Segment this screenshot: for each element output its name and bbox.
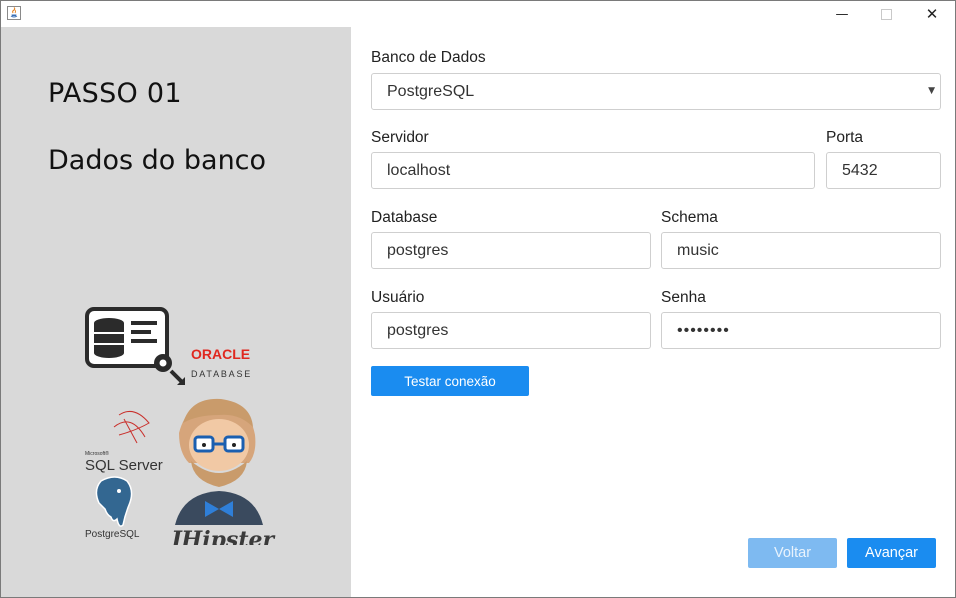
password-label: Senha: [661, 289, 706, 306]
java-app-icon: [7, 6, 21, 20]
sqlserver-logo: Microsoft® SQL Server: [85, 410, 163, 474]
jhipster-text: JHipster: [167, 527, 275, 545]
password-value: ••••••••: [677, 321, 730, 339]
database-input[interactable]: postgres: [371, 232, 651, 269]
oracle-database-text: DATABASE: [191, 369, 252, 379]
database-label: Database: [371, 209, 438, 226]
port-input[interactable]: 5432: [826, 152, 941, 189]
postgresql-text: PostgreSQL: [85, 529, 140, 540]
oracle-logo-text: ORACLE: [191, 346, 250, 362]
user-input[interactable]: postgres: [371, 312, 651, 349]
server-input[interactable]: localhost: [371, 152, 815, 189]
maximize-button[interactable]: [863, 1, 909, 27]
port-value: 5432: [842, 161, 878, 179]
database-type-value: PostgreSQL: [387, 82, 475, 100]
database-type-select[interactable]: PostgreSQL ▼: [371, 73, 941, 110]
back-button[interactable]: Voltar: [748, 538, 837, 568]
schema-value: music: [677, 241, 719, 259]
close-button[interactable]: ✕: [909, 1, 955, 27]
schema-label: Schema: [661, 209, 718, 226]
database-value: postgres: [387, 241, 449, 259]
chevron-down-icon: ▼: [928, 86, 935, 96]
user-value: postgres: [387, 321, 449, 339]
step-title: PASSO 01: [48, 78, 182, 109]
next-button[interactable]: Avançar: [847, 538, 936, 568]
minimize-icon: —: [835, 6, 849, 22]
sqlserver-text: SQL Server: [85, 457, 163, 474]
server-value: localhost: [387, 161, 451, 179]
wizard-side-panel: PASSO 01 Dados do banco ORACLE DATABASE …: [1, 27, 351, 597]
port-label: Porta: [826, 129, 864, 146]
password-input[interactable]: ••••••••: [661, 312, 941, 349]
user-label: Usuário: [371, 289, 425, 306]
postgresql-logo: PostgreSQL: [85, 476, 140, 540]
close-icon: ✕: [925, 5, 939, 23]
maximize-icon: [880, 8, 892, 20]
sqlserver-small-text: Microsoft®: [85, 450, 109, 457]
test-connection-button[interactable]: Testar conexão: [371, 366, 529, 396]
schema-input[interactable]: music: [661, 232, 941, 269]
database-type-label: Banco de Dados: [371, 49, 486, 66]
database-illustration: ORACLE DATABASE Microsoft® SQL Server Po…: [85, 307, 275, 545]
minimize-button[interactable]: —: [819, 1, 865, 27]
app-window: — ✕ PASSO 01 Dados do banco ORACLE DATAB…: [0, 0, 956, 598]
database-config-icon: [85, 307, 185, 385]
jhipster-mascot: JHipster: [167, 398, 275, 545]
title-bar: — ✕: [1, 1, 955, 27]
server-label: Servidor: [371, 129, 429, 146]
step-subtitle: Dados do banco: [48, 145, 267, 176]
connection-form: Banco de Dados PostgreSQL ▼ Servidor loc…: [351, 27, 955, 597]
